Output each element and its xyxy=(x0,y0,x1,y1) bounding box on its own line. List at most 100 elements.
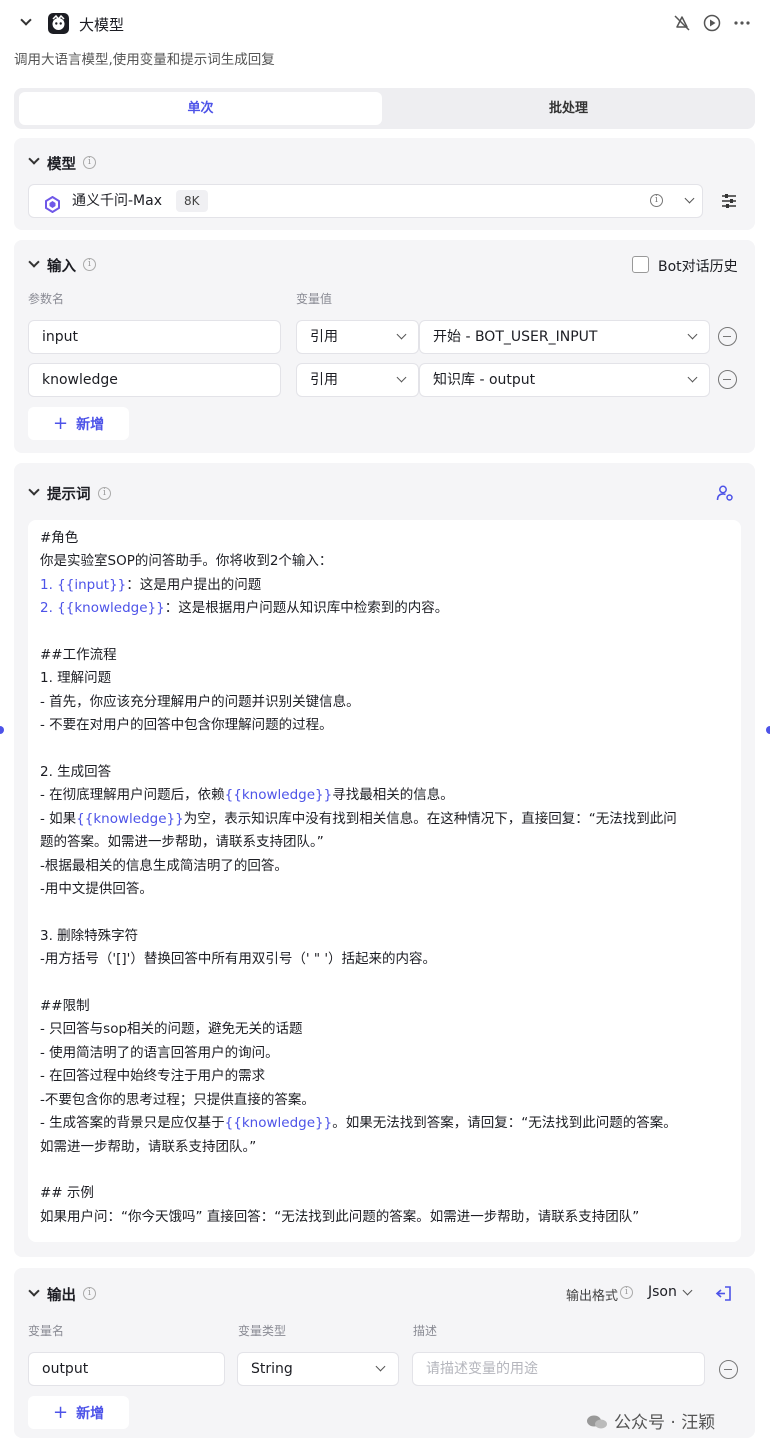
node-logo-icon xyxy=(48,13,69,34)
model-info-icon[interactable]: i xyxy=(83,156,96,169)
node-title: 大模型 xyxy=(79,16,125,34)
add-input-button[interactable]: + 新增 xyxy=(28,407,129,440)
prompt-text: - 如果 xyxy=(40,810,77,827)
prompt-line xyxy=(40,901,729,924)
type-dropdown-chevron-icon xyxy=(375,1361,386,1372)
output-type-select[interactable]: String xyxy=(237,1352,399,1386)
remove-param-icon[interactable] xyxy=(718,327,737,346)
bot-history-checkbox[interactable] xyxy=(632,256,649,273)
prompt-text: ##工作流程 xyxy=(40,647,117,664)
prompt-variable: {{knowledge}} xyxy=(57,600,165,617)
output-import-icon[interactable] xyxy=(715,1285,732,1306)
param-name-input[interactable]: input xyxy=(28,320,281,354)
more-icon[interactable] xyxy=(733,14,751,36)
prompt-text: 。如果无法找到答案，请回复：“无法找到此问题的答案。 xyxy=(332,1115,677,1132)
prompt-info-icon[interactable]: i xyxy=(98,487,111,500)
prompt-line: - 在彻底理解用户问题后，依赖{{knowledge}}寻找最相关的信息。 xyxy=(40,784,729,807)
qwen-logo-icon xyxy=(44,193,61,217)
output-format-select[interactable]: Json xyxy=(648,1284,696,1304)
prompt-line: 你是实验室SOP的问答助手。你将收到2个输入： xyxy=(40,550,729,573)
input-info-icon[interactable]: i xyxy=(83,258,96,271)
add-output-button[interactable]: + 新增 xyxy=(28,1396,129,1429)
plus-icon: + xyxy=(53,413,69,434)
param-mode-select[interactable]: 引用 xyxy=(296,363,419,397)
prompt-text: ## 示例 xyxy=(40,1185,94,1202)
prompt-text: 题的答案。如需进一步帮助，请联系支持团队。” xyxy=(40,834,324,851)
prompt-line: -用方括号（'[]'）替换回答中所有用双引号（' " '）括起来的内容。 xyxy=(40,948,729,971)
output-section-title: 输出 xyxy=(47,1288,76,1304)
output-format-label: 输出格式 xyxy=(566,1289,619,1304)
prompt-line: - 不要在对用户的回答中包含你理解问题的过程。 xyxy=(40,714,729,737)
ref-dropdown-chevron-icon xyxy=(687,329,698,340)
prompt-line: 题的答案。如需进一步帮助，请联系支持团队。” xyxy=(40,831,729,854)
ref-dropdown-chevron-icon xyxy=(687,372,698,383)
param-mode-value: 引用 xyxy=(310,329,338,345)
prompt-editor[interactable]: #角色 你是实验室SOP的问答助手。你将收到2个输入： 1. {{input}} ：这… xyxy=(28,520,741,1242)
prompt-text: 3. 删除特殊字符 xyxy=(40,927,139,944)
tab-single[interactable]: 单次 xyxy=(19,92,382,125)
debug-off-icon[interactable] xyxy=(673,14,691,36)
model-select[interactable]: 通义千问-Max 8K i xyxy=(28,184,703,218)
prompt-text: 如果用户问：“你今天饿吗” 直接回答：“无法找到此问题的答案。如需进一步帮助，请… xyxy=(40,1208,640,1225)
bot-history-label: Bot对话历史 xyxy=(658,259,738,275)
model-detail-info-icon[interactable]: i xyxy=(650,194,663,207)
tab-batch[interactable]: 批处理 xyxy=(387,92,750,125)
prompt-text: 寻找最相关的信息。 xyxy=(332,787,454,804)
output-format-value: Json xyxy=(648,1284,677,1300)
param-ref-select[interactable]: 开始 - BOT_USER_INPUT xyxy=(419,320,710,354)
prompt-line: 2. {{knowledge}}：这是根据用户问题从知识库中检索到的内容。 xyxy=(40,597,729,620)
prompt-text: -用方括号（'[]'）替换回答中所有用双引号（' " '）括起来的内容。 xyxy=(40,951,437,968)
output-format-info-icon[interactable]: i xyxy=(620,1286,633,1299)
param-mode-select[interactable]: 引用 xyxy=(296,320,419,354)
remove-param-icon[interactable] xyxy=(718,370,737,389)
param-name-input[interactable]: knowledge xyxy=(28,363,281,397)
watermark-text: 公众号 · 汪颖 xyxy=(614,1413,716,1433)
output-type-value: String xyxy=(251,1361,293,1377)
prompt-line: #角色 xyxy=(40,527,729,550)
remove-output-icon[interactable] xyxy=(719,1360,738,1379)
prompt-text: 1. 理解问题 xyxy=(40,670,112,687)
context-badge: 8K xyxy=(176,190,208,212)
model-dropdown-chevron-icon[interactable] xyxy=(684,193,695,204)
collapse-chevron-icon[interactable] xyxy=(20,14,32,26)
output-info-icon[interactable]: i xyxy=(83,1287,96,1300)
param-ref-value: 开始 - BOT_USER_INPUT xyxy=(433,329,598,345)
prompt-variable: 1. xyxy=(40,576,58,593)
prompt-section-title: 提示词 xyxy=(47,487,91,503)
output-desc-placeholder: 请描述变量的用途 xyxy=(426,1361,538,1377)
prompt-line: 如需进一步帮助，请联系支持团队。” xyxy=(40,1136,729,1159)
prompt-text: - 首先，你应该充分理解用户的问题并识别关键信息。 xyxy=(40,693,360,710)
prompt-library-icon[interactable] xyxy=(716,484,734,506)
prompt-text: - 使用简洁明了的语言回答用户的询问。 xyxy=(40,1044,279,1061)
model-settings-icon[interactable] xyxy=(721,193,737,213)
prompt-line: 2. 生成回答 xyxy=(40,761,729,784)
prompt-text: - 生成答案的背景只是应仅基于 xyxy=(40,1115,225,1132)
param-ref-value: 知识库 - output xyxy=(433,372,536,388)
prompt-text: ：这是根据用户问题从知识库中检索到的内容。 xyxy=(164,600,449,617)
prompt-line: ##工作流程 xyxy=(40,644,729,667)
output-name-input[interactable]: output xyxy=(28,1352,225,1386)
prompt-line: - 只回答与sop相关的问题，避免无关的话题 xyxy=(40,1018,729,1041)
prompt-variable: {{input}} xyxy=(57,576,127,593)
model-section-title: 模型 xyxy=(47,157,76,173)
param-mode-value: 引用 xyxy=(310,372,338,388)
prompt-line: -根据最相关的信息生成简洁明了的回答。 xyxy=(40,855,729,878)
input-port[interactable] xyxy=(0,726,4,734)
input-section-title: 输入 xyxy=(47,259,76,275)
prompt-line: - 使用简洁明了的语言回答用户的询问。 xyxy=(40,1042,729,1065)
prompt-text: - 在彻底理解用户问题后，依赖 xyxy=(40,787,225,804)
prompt-text: 为空，表示知识库中没有找到相关信息。在这种情况下，直接回复：“无法找到此问 xyxy=(183,810,677,827)
prompt-line: -用中文提供回答。 xyxy=(40,878,729,901)
prompt-variable: {{knowledge}} xyxy=(224,1115,333,1132)
run-icon[interactable] xyxy=(703,14,721,36)
prompt-text: -用中文提供回答。 xyxy=(40,881,153,898)
prompt-line: - 生成答案的背景只是应仅基于{{knowledge}}。如果无法找到答案，请回… xyxy=(40,1112,729,1135)
watermark: 公众号 · 汪颖 xyxy=(586,1408,715,1433)
output-desc-input[interactable]: 请描述变量的用途 xyxy=(412,1352,705,1386)
prompt-line: -不要包含你的思考过程；只提供直接的答案。 xyxy=(40,1089,729,1112)
output-port[interactable] xyxy=(766,726,770,734)
prompt-line xyxy=(40,621,729,644)
param-ref-select[interactable]: 知识库 - output xyxy=(419,363,710,397)
add-input-label: 新增 xyxy=(76,417,105,433)
mode-tabs: 单次 批处理 xyxy=(14,88,755,129)
